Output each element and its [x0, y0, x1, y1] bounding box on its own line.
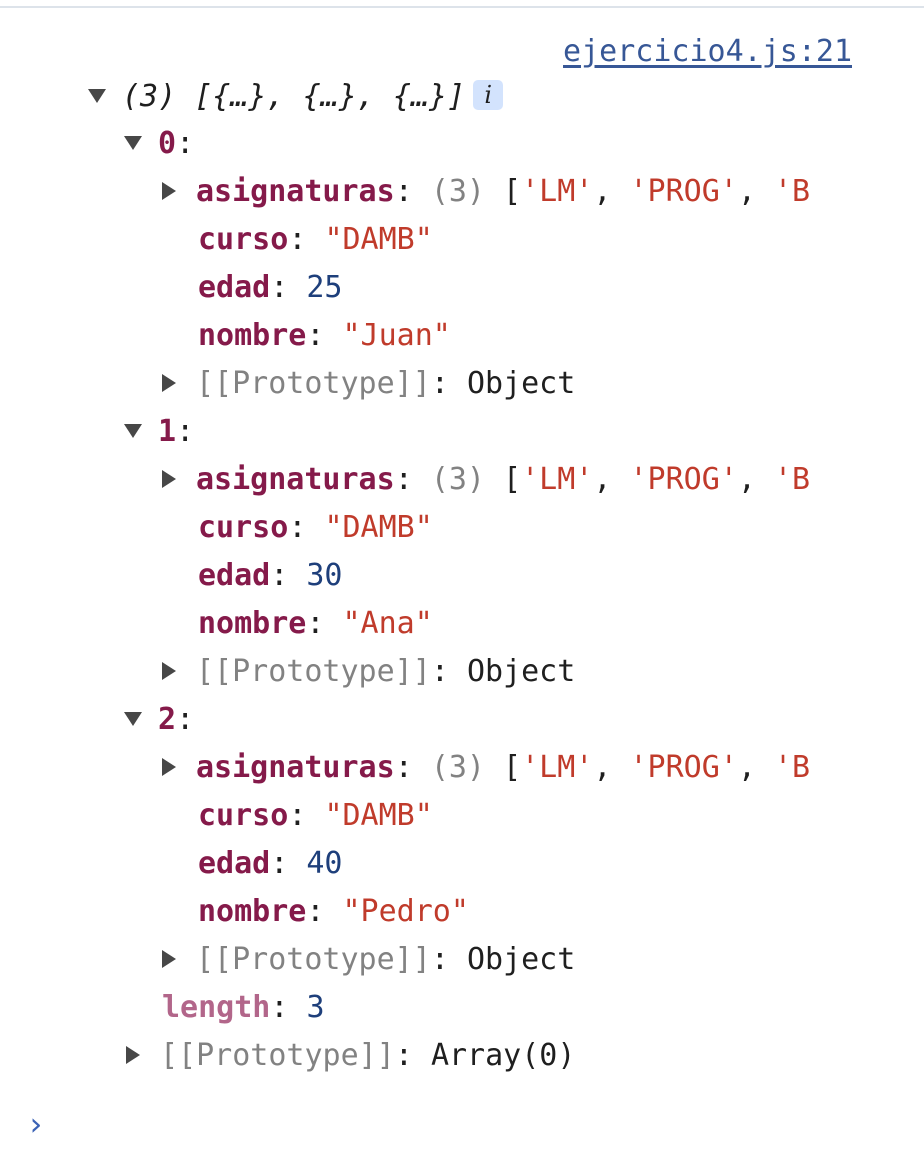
edad-value: 30 [306, 558, 343, 593]
edad-key: edad [198, 846, 271, 881]
nombre-key: nombre [198, 318, 307, 353]
asignaturas-row[interactable]: asignaturas: (3) ['LM', 'PROG', 'B [162, 168, 810, 216]
nombre-row: nombre: "Juan" [198, 318, 451, 353]
console-prompt-icon[interactable]: › [26, 1100, 45, 1148]
array-item-2-header[interactable]: 2: [124, 696, 194, 744]
asignaturas-key: asignaturas [196, 174, 395, 209]
prototype-value: Object [466, 654, 576, 689]
prototype-label: [[Prototype]] [196, 366, 431, 401]
asignatura-value: 'LM' [521, 462, 594, 497]
curso-row: curso: "DAMB" [198, 798, 433, 833]
collapse-toggle-icon[interactable] [162, 936, 196, 984]
collapse-toggle-icon[interactable] [162, 648, 196, 696]
expand-toggle-icon[interactable] [124, 408, 158, 456]
curso-value: "DAMB" [324, 222, 433, 257]
asignaturas-count: (3) [430, 750, 485, 785]
asignatura-value: 'PROG' [629, 750, 738, 785]
length-value: 3 [306, 990, 325, 1025]
nombre-value: "Pedro" [342, 894, 469, 929]
array-summary-row[interactable]: (3) [{…}, {…}, {…}] i [88, 73, 504, 121]
info-icon[interactable]: i [473, 79, 504, 110]
item-index: 2 [158, 702, 177, 737]
nombre-value: "Juan" [342, 318, 451, 353]
console-top-divider [0, 6, 924, 8]
nombre-row: nombre: "Ana" [198, 606, 433, 641]
collapse-toggle-icon[interactable] [162, 456, 196, 504]
collapse-toggle-icon[interactable] [162, 168, 196, 216]
prototype-value: Object [466, 366, 576, 401]
curso-value: "DAMB" [324, 798, 433, 833]
asignatura-value: 'PROG' [629, 174, 738, 209]
edad-key: edad [198, 558, 271, 593]
source-link[interactable]: ejercicio4.js:21 [563, 30, 852, 74]
array-preview: [{…}, {…}, {…}] [194, 79, 466, 114]
asignatura-value: 'B [774, 174, 811, 209]
item-index: 1 [158, 414, 177, 449]
asignaturas-key: asignaturas [196, 462, 395, 497]
collapse-toggle-icon[interactable] [162, 360, 196, 408]
curso-key: curso [198, 798, 289, 833]
array-item-0-header[interactable]: 0: [124, 120, 194, 168]
asignaturas-row[interactable]: asignaturas: (3) ['LM', 'PROG', 'B [162, 744, 810, 792]
expand-toggle-icon[interactable] [88, 73, 122, 121]
prototype-label: [[Prototype]] [196, 942, 431, 977]
prototype-row[interactable]: [[Prototype]]: Object [162, 648, 575, 696]
prototype-label: [[Prototype]] [196, 654, 431, 689]
edad-value: 40 [306, 846, 343, 881]
asignaturas-key: asignaturas [196, 750, 395, 785]
curso-value: "DAMB" [324, 510, 433, 545]
asignaturas-count: (3) [430, 462, 485, 497]
prototype-row[interactable]: [[Prototype]]: Object [162, 936, 575, 984]
length-key: length [162, 990, 271, 1025]
edad-row: edad: 25 [198, 270, 343, 305]
edad-row: edad: 40 [198, 846, 343, 881]
nombre-key: nombre [198, 606, 307, 641]
nombre-key: nombre [198, 894, 307, 929]
array-count: (3) [122, 79, 177, 114]
asignatura-value: 'B [774, 750, 811, 785]
prototype-label: [[Prototype]] [160, 1038, 395, 1073]
item-index: 0 [158, 126, 177, 161]
asignatura-value: 'B [774, 462, 811, 497]
asignaturas-row[interactable]: asignaturas: (3) ['LM', 'PROG', 'B [162, 456, 810, 504]
asignatura-value: 'PROG' [629, 462, 738, 497]
array-item-1-header[interactable]: 1: [124, 408, 194, 456]
collapse-toggle-icon[interactable] [162, 744, 196, 792]
prototype-value: Array(0) [430, 1038, 576, 1073]
expand-toggle-icon[interactable] [124, 120, 158, 168]
nombre-value: "Ana" [342, 606, 433, 641]
array-prototype-row[interactable]: [[Prototype]]: Array(0) [126, 1032, 575, 1080]
prototype-value: Object [466, 942, 576, 977]
nombre-row: nombre: "Pedro" [198, 894, 469, 929]
curso-row: curso: "DAMB" [198, 510, 433, 545]
prototype-row[interactable]: [[Prototype]]: Object [162, 360, 575, 408]
asignatura-value: 'LM' [521, 750, 594, 785]
collapse-toggle-icon[interactable] [126, 1032, 160, 1080]
asignatura-value: 'LM' [521, 174, 594, 209]
edad-row: edad: 30 [198, 558, 343, 593]
edad-value: 25 [306, 270, 343, 305]
length-row: length: 3 [162, 990, 325, 1025]
expand-toggle-icon[interactable] [124, 696, 158, 744]
asignaturas-count: (3) [430, 174, 485, 209]
curso-key: curso [198, 510, 289, 545]
curso-row: curso: "DAMB" [198, 222, 433, 257]
edad-key: edad [198, 270, 271, 305]
curso-key: curso [198, 222, 289, 257]
